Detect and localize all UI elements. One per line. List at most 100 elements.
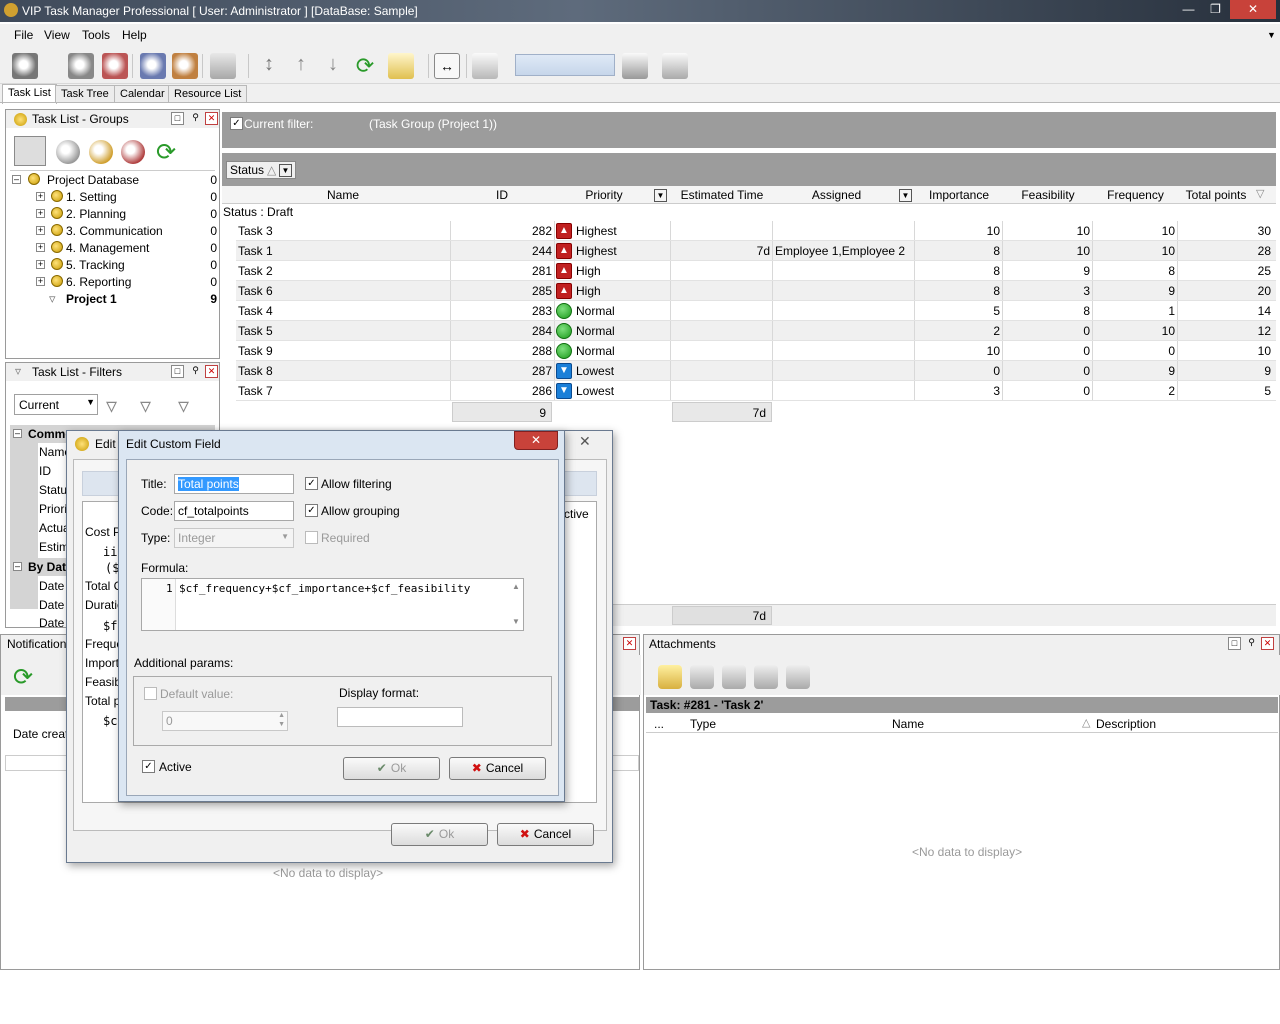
col-id[interactable]: ID [450, 188, 554, 202]
type-select[interactable]: Integer ▼ [174, 528, 294, 548]
filter-field-id[interactable]: ID [39, 464, 51, 478]
panel-float-icon[interactable]: □ [171, 112, 184, 125]
attachment-options-icon[interactable] [786, 665, 810, 689]
default-value-checkbox[interactable] [144, 687, 157, 700]
col-name[interactable]: Name [236, 188, 450, 202]
close-icon[interactable]: ✕ [1261, 637, 1274, 650]
table-row[interactable]: ▼ Task 8 287 Lowest 0 0 9 9 [236, 361, 1276, 381]
formula-editor[interactable]: 1 $cf_frequency+$cf_importance+$cf_feasi… [141, 578, 524, 631]
delete-task-icon[interactable] [102, 53, 128, 79]
required-checkbox[interactable] [305, 531, 318, 544]
table-row[interactable]: ▲ Task 6 285 High 8 3 9 20 [236, 281, 1276, 301]
close-icon[interactable]: ✕ [579, 433, 591, 450]
tree-item[interactable]: +6. Reporting 0 [6, 273, 219, 290]
report-icon[interactable] [472, 53, 498, 79]
table-row[interactable]: ▲ Task 1 244 Highest 7d Employee 1,Employee 2… [236, 241, 1276, 261]
move-up-icon[interactable]: ↑ [288, 53, 314, 79]
maximize-button[interactable]: ❐ [1203, 0, 1228, 19]
col-importance[interactable]: Importance [915, 188, 1003, 202]
table-row[interactable]: ▲ Task 3 282 Highest 10 10 10 30 [236, 221, 1276, 241]
save-attachment-icon[interactable] [754, 665, 778, 689]
menu-file[interactable]: File [14, 28, 33, 42]
menu-help[interactable]: Help [122, 28, 147, 42]
priority-filter-dropdown[interactable]: ▼ [654, 189, 667, 202]
back-cancel-button[interactable]: ✖ Cancel [497, 823, 594, 846]
menu-tools[interactable]: Tools [82, 28, 110, 42]
filter-field-estimated[interactable]: Estim [39, 540, 69, 554]
ok-button[interactable]: ✔ Ok [343, 757, 440, 780]
table-row[interactable]: ▲ Task 2 281 High 8 9 8 25 [236, 261, 1276, 281]
add-attachment-icon[interactable] [658, 665, 682, 689]
close-icon[interactable]: ✕ [205, 365, 218, 378]
minimize-button[interactable]: — [1176, 0, 1201, 19]
save-filter-icon[interactable]: ▿ [140, 393, 164, 418]
active-checkbox[interactable]: ✓ [142, 760, 155, 773]
panel-float-icon[interactable]: □ [1228, 637, 1241, 650]
col-frequency[interactable]: Frequency [1093, 188, 1178, 202]
tree-item[interactable]: +3. Communication 0 [6, 222, 219, 239]
title-input[interactable]: Total points [174, 474, 294, 494]
menu-view[interactable]: View [44, 28, 70, 42]
tab-calendar[interactable]: Calendar [114, 85, 171, 103]
cancel-button[interactable]: ✖ Cancel [449, 757, 546, 780]
current-filter-checkbox[interactable]: ✓ [230, 117, 243, 130]
allow-grouping-checkbox[interactable]: ✓ [305, 504, 318, 517]
default-value-spinner[interactable]: 0 ▲ ▼ [162, 711, 288, 731]
group-by-status[interactable]: Status △ ▼ [226, 161, 296, 179]
tree-item[interactable]: +5. Tracking 0 [6, 256, 219, 273]
paste-task-icon[interactable] [172, 53, 198, 79]
table-row[interactable]: ▼ Task 7 286 Lowest 3 0 2 5 [236, 381, 1276, 401]
col-total-points[interactable]: Total points [1178, 188, 1254, 202]
scroll-up-icon[interactable]: ▲ [512, 582, 520, 591]
tab-task-list[interactable]: Task List [2, 84, 57, 104]
pin-icon[interactable]: ⚲ [189, 365, 202, 378]
fit-width-icon[interactable]: ↔ [434, 53, 460, 79]
table-row[interactable]: Task 4 283 Normal 5 8 1 14 [236, 301, 1276, 321]
open-attachment-icon[interactable] [690, 665, 714, 689]
display-format-input[interactable] [337, 707, 463, 727]
filter-group-icon[interactable] [14, 136, 46, 166]
move-down-icon[interactable]: ↓ [320, 53, 346, 79]
pin-icon[interactable]: ⚲ [189, 112, 202, 125]
filter-select[interactable]: Current ▼ [14, 394, 98, 415]
tree-item[interactable]: +4. Management 0 [6, 239, 219, 256]
col-estimated-time[interactable]: Estimated Time [670, 188, 774, 202]
filter-field-date[interactable]: Date [39, 598, 64, 612]
table-row[interactable]: Task 5 284 Normal 2 0 10 12 [236, 321, 1276, 341]
edit-group-icon[interactable] [89, 140, 113, 164]
close-dialog-button[interactable]: ✕ [514, 431, 558, 450]
refresh-icon[interactable]: ⟳ [352, 53, 378, 79]
tree-item[interactable]: +1. Setting 0 [6, 188, 219, 205]
col-priority[interactable]: Priority [554, 188, 654, 202]
panel-float-icon[interactable]: □ [171, 365, 184, 378]
refresh-icon[interactable]: ⟳ [13, 663, 33, 692]
edit-task-icon[interactable] [68, 53, 94, 79]
move-updown-icon[interactable]: ↕ [256, 53, 282, 79]
close-icon[interactable]: ✕ [205, 112, 218, 125]
add-group-icon[interactable] [56, 140, 80, 164]
filter-field-date[interactable]: Date [39, 579, 64, 593]
delete-filter-icon[interactable]: ▿ [178, 393, 202, 418]
export-icon[interactable] [622, 53, 648, 79]
allow-filtering-checkbox[interactable]: ✓ [305, 477, 318, 490]
new-task-icon[interactable] [12, 53, 38, 79]
close-icon[interactable]: ✕ [623, 637, 636, 650]
tree-item[interactable]: +2. Planning 0 [6, 205, 219, 222]
add-filter-icon[interactable]: ▿ [106, 393, 130, 418]
back-ok-button[interactable]: ✔ Ok [391, 823, 488, 846]
tab-resource-list[interactable]: Resource List [168, 85, 248, 103]
assigned-filter-dropdown[interactable]: ▼ [899, 189, 912, 202]
tab-task-tree[interactable]: Task Tree [55, 85, 115, 103]
pin-icon[interactable]: ⚲ [1245, 637, 1258, 650]
chevron-down-icon[interactable]: ▼ [1267, 30, 1276, 40]
col-assigned[interactable]: Assigned [774, 188, 899, 202]
filter-field-date[interactable]: Date [39, 616, 64, 627]
clear-filter-icon[interactable] [662, 53, 688, 79]
columns-icon[interactable] [210, 53, 236, 79]
refresh-icon[interactable]: ⟳ [156, 138, 176, 167]
delete-group-icon[interactable] [121, 140, 145, 164]
close-window-button[interactable]: ✕ [1230, 0, 1276, 19]
copy-task-icon[interactable] [140, 53, 166, 79]
code-input[interactable]: cf_totalpoints [174, 501, 294, 521]
tree-root[interactable]: – Project Database 0 [6, 171, 219, 188]
